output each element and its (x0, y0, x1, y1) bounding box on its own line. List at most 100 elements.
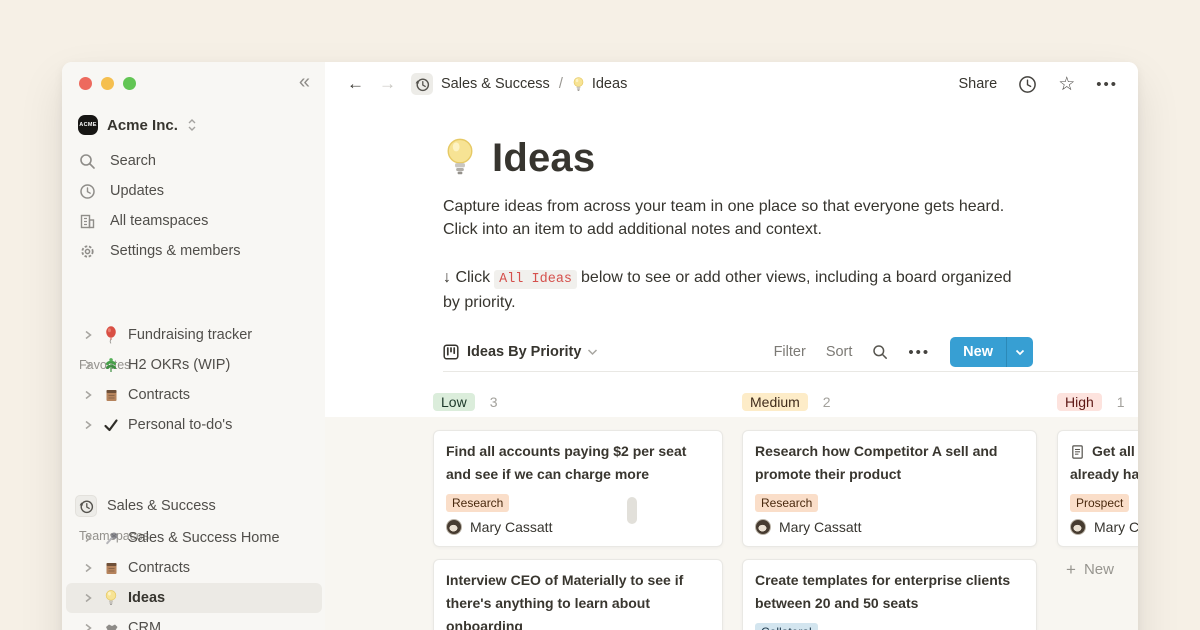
toolbar-divider (443, 371, 1138, 372)
card-title: Create templates for enterprise clients … (755, 569, 1024, 615)
workspace-name: Acme Inc. (107, 117, 178, 134)
sidebar-item-updates[interactable]: Updates (62, 176, 325, 206)
add-card-button[interactable]: + New (1057, 561, 1138, 578)
breadcrumb-page[interactable]: Ideas (592, 76, 627, 92)
column-header: Low 3 (433, 391, 723, 413)
sidebar-item-label: Sales & Success (107, 498, 216, 514)
sidebar-item-label: Fundraising tracker (128, 327, 252, 343)
page-title[interactable]: Ideas (492, 136, 595, 181)
board-card[interactable]: Create templates for enterprise clients … (742, 559, 1037, 630)
view-name[interactable]: Ideas By Priority (467, 344, 581, 360)
star-icon[interactable]: ☆ (1058, 75, 1075, 94)
workspace-logo: ACME (78, 115, 98, 135)
sidebar-item-search[interactable]: Search (62, 146, 325, 176)
sidebar-item-label: Sales & Success Home (128, 530, 280, 546)
board-card[interactable]: Get all already ha Prospect Mary C (1057, 430, 1138, 547)
back-button[interactable]: ← (347, 74, 364, 94)
card-title: Interview CEO of Materially to see if th… (446, 569, 710, 630)
minimize-button[interactable] (101, 77, 114, 90)
sidebar-item-fundraising-tracker[interactable]: Fundraising tracker (66, 320, 322, 350)
sidebar-item-h2-okrs[interactable]: H2 OKRs (WIP) (66, 350, 322, 380)
board-card[interactable]: Find all accounts paying $2 per seat and… (433, 430, 723, 547)
clock-history-icon[interactable] (411, 73, 433, 95)
column-pill-low[interactable]: Low (433, 393, 475, 411)
board-card[interactable]: Interview CEO of Materially to see if th… (433, 559, 723, 630)
handshake-icon (102, 621, 120, 630)
card-tag: Collateral (755, 623, 818, 630)
view-toolbar: Ideas By Priority Filter Sort ••• New (443, 335, 1033, 369)
hint-block[interactable]: ↓ ClickAll Ideasbelow to see or add othe… (443, 266, 1033, 314)
sidebar-item-label: H2 OKRs (WIP) (128, 357, 230, 373)
workspace-switcher[interactable]: ACME Acme Inc. (62, 110, 325, 140)
sidebar-item-personal-todos[interactable]: Personal to-do's (66, 410, 322, 440)
view-toolbar-actions: Filter Sort ••• New (774, 337, 1033, 367)
column-pill-medium[interactable]: Medium (742, 393, 808, 411)
sidebar-item-crm[interactable]: CRM (66, 613, 322, 630)
chevron-down-icon[interactable] (587, 348, 598, 356)
sidebar-item-sales-success[interactable]: Sales & Success (62, 491, 325, 521)
chevron-right-icon[interactable] (82, 330, 94, 340)
sidebar-item-label: Contracts (128, 387, 190, 403)
light-bulb-icon[interactable] (443, 136, 477, 179)
avatar (755, 519, 771, 535)
light-bulb-icon (102, 589, 120, 607)
board-card[interactable]: Research how Competitor A sell and promo… (742, 430, 1037, 547)
zoom-button[interactable] (123, 77, 136, 90)
forward-button[interactable]: → (379, 74, 396, 94)
share-button[interactable]: Share (958, 76, 997, 92)
chevron-right-icon[interactable] (82, 563, 94, 573)
card-tag: Prospect (1070, 494, 1129, 512)
sort-button[interactable]: Sort (826, 344, 853, 360)
scrollbar-thumb[interactable] (627, 497, 637, 524)
new-button-label[interactable]: New (950, 344, 1006, 360)
avatar (1070, 519, 1086, 535)
assignee-name: Mary Cassatt (470, 519, 552, 535)
add-card-label: New (1084, 561, 1114, 578)
breadcrumb-teamspace[interactable]: Sales & Success (441, 76, 550, 92)
sidebar-item-sales-success-home[interactable]: Sales & Success Home (66, 523, 322, 553)
assignee-name: Mary Cassatt (779, 519, 861, 535)
more-options-icon[interactable]: ••• (908, 344, 930, 361)
breadcrumb-separator: / (559, 76, 563, 92)
close-button[interactable] (79, 77, 92, 90)
chevron-right-icon[interactable] (82, 420, 94, 430)
column-count: 3 (490, 394, 498, 410)
search-icon[interactable] (872, 344, 888, 360)
more-options-icon[interactable]: ••• (1096, 76, 1118, 93)
herb-icon (102, 357, 120, 373)
column-pill-high[interactable]: High (1057, 393, 1102, 411)
clock-icon[interactable] (1018, 75, 1037, 94)
sidebar-item-settings[interactable]: Settings & members (62, 236, 325, 266)
favorites-list: Fundraising tracker H2 OKRs (WIP) Contra… (62, 320, 325, 440)
scroll-icon (102, 560, 120, 576)
document-icon (1070, 444, 1085, 460)
new-button[interactable]: New (950, 337, 1033, 367)
card-tag: Research (755, 494, 818, 512)
teamspace-pages: Sales & Success Home Contracts Ideas (62, 523, 325, 630)
inline-code-all-ideas: All Ideas (494, 270, 577, 289)
chevron-right-icon[interactable] (82, 390, 94, 400)
sidebar-item-contracts[interactable]: Contracts (66, 553, 322, 583)
sidebar-item-contracts-fav[interactable]: Contracts (66, 380, 322, 410)
chevron-right-icon[interactable] (82, 533, 94, 543)
sidebar-item-all-teamspaces[interactable]: All teamspaces (62, 206, 325, 236)
balloon-icon (102, 326, 120, 344)
notion-window: « ACME Acme Inc. Search (62, 62, 1138, 630)
chevron-down-icon[interactable] (1007, 349, 1033, 356)
sidebar-collapse-icon[interactable]: « (299, 71, 310, 94)
card-title: Research how Competitor A sell and promo… (755, 440, 1024, 486)
sidebar-item-label: CRM (128, 620, 161, 630)
clock-icon (77, 183, 97, 200)
chevron-right-icon[interactable] (82, 593, 94, 603)
chevron-right-icon[interactable] (82, 623, 94, 630)
page-description[interactable]: Capture ideas from across your team in o… (443, 195, 1033, 241)
chevron-right-icon[interactable] (82, 360, 94, 370)
filter-button[interactable]: Filter (774, 344, 806, 360)
column-header: Medium 2 (742, 391, 1037, 413)
check-mark-icon (102, 417, 120, 433)
board-column-low: Low 3 Find all accounts paying $2 per se… (433, 383, 723, 630)
sidebar-item-ideas[interactable]: Ideas (66, 583, 322, 613)
card-tag: Research (446, 494, 509, 512)
card-title: Find all accounts paying $2 per seat and… (446, 440, 710, 486)
sidebar-item-label: Ideas (128, 590, 165, 606)
